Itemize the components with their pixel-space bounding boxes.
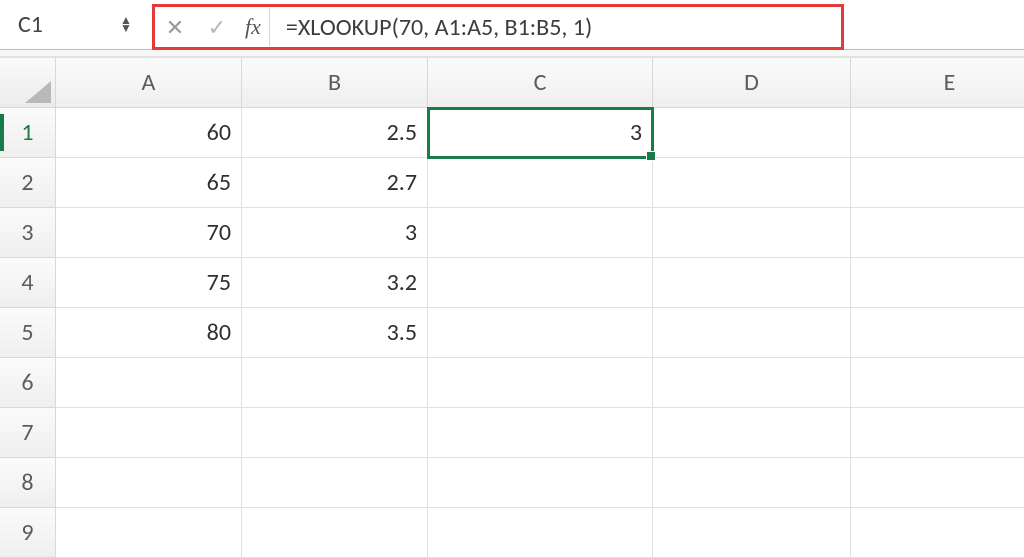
cell-d5[interactable] (653, 308, 851, 358)
cell-a8[interactable] (56, 458, 242, 508)
row-header-6[interactable]: 6 (0, 358, 56, 408)
cell-b4[interactable]: 3.2 (242, 258, 428, 308)
cell-c7[interactable] (428, 408, 653, 458)
cell-e2[interactable] (851, 158, 1024, 208)
row-header-8[interactable]: 8 (0, 458, 56, 508)
column-header-a[interactable]: A (56, 58, 242, 108)
row-header-4[interactable]: 4 (0, 258, 56, 308)
cell-b9[interactable] (242, 508, 428, 558)
cell-e7[interactable] (851, 408, 1024, 458)
cell-a2[interactable]: 65 (56, 158, 242, 208)
cell-a7[interactable] (56, 408, 242, 458)
fx-label[interactable]: fx (245, 8, 270, 46)
cell-c2[interactable] (428, 158, 653, 208)
cell-b5[interactable]: 3.5 (242, 308, 428, 358)
enter-icon[interactable]: ✓ (203, 14, 231, 41)
cell-e4[interactable] (851, 258, 1024, 308)
cell-d9[interactable] (653, 508, 851, 558)
cell-c9[interactable] (428, 508, 653, 558)
cell-b8[interactable] (242, 458, 428, 508)
select-all-corner[interactable] (0, 58, 56, 108)
row-header-3[interactable]: 3 (0, 208, 56, 258)
row-header-2[interactable]: 2 (0, 158, 56, 208)
cell-a5[interactable]: 80 (56, 308, 242, 358)
column-header-b[interactable]: B (242, 58, 428, 108)
cell-d7[interactable] (653, 408, 851, 458)
cell-a3[interactable]: 70 (56, 208, 242, 258)
cell-a9[interactable] (56, 508, 242, 558)
name-box-stepper[interactable]: ▲ ▼ (120, 17, 132, 33)
cell-b7[interactable] (242, 408, 428, 458)
cell-a1[interactable]: 60 (56, 108, 242, 158)
cell-e6[interactable] (851, 358, 1024, 408)
column-header-c[interactable]: C (428, 58, 653, 108)
cell-d2[interactable] (653, 158, 851, 208)
chevron-down-icon: ▼ (120, 25, 132, 33)
name-box[interactable] (18, 10, 114, 39)
row-header-1[interactable]: 1 (0, 108, 56, 158)
cell-c5[interactable] (428, 308, 653, 358)
row-header-7[interactable]: 7 (0, 408, 56, 458)
row-header-9[interactable]: 9 (0, 508, 56, 558)
divider-strip (0, 50, 1024, 58)
name-box-container: ▲ ▼ (0, 4, 148, 45)
column-header-d[interactable]: D (653, 58, 851, 108)
cell-a4[interactable]: 75 (56, 258, 242, 308)
cell-e9[interactable] (851, 508, 1024, 558)
formula-bar: ▲ ▼ ✕ ✓ fx (0, 0, 1024, 50)
cell-c4[interactable] (428, 258, 653, 308)
cell-d4[interactable] (653, 258, 851, 308)
cell-a6[interactable] (56, 358, 242, 408)
cell-e5[interactable] (851, 308, 1024, 358)
formula-bar-highlight: ✕ ✓ fx (152, 4, 844, 50)
cell-d6[interactable] (653, 358, 851, 408)
cell-c6[interactable] (428, 358, 653, 408)
cell-d3[interactable] (653, 208, 851, 258)
cell-b2[interactable]: 2.7 (242, 158, 428, 208)
cell-b6[interactable] (242, 358, 428, 408)
spreadsheet-grid[interactable]: ABCDE1602.532652.737034753.25803.56789 (0, 58, 1024, 558)
cell-c1[interactable]: 3 (428, 108, 653, 158)
cell-e3[interactable] (851, 208, 1024, 258)
row-header-5[interactable]: 5 (0, 308, 56, 358)
cell-c8[interactable] (428, 458, 653, 508)
cell-b1[interactable]: 2.5 (242, 108, 428, 158)
cell-e1[interactable] (851, 108, 1024, 158)
cell-c3[interactable] (428, 208, 653, 258)
cell-e8[interactable] (851, 458, 1024, 508)
cell-b3[interactable]: 3 (242, 208, 428, 258)
cell-d8[interactable] (653, 458, 851, 508)
column-header-e[interactable]: E (851, 58, 1024, 108)
cancel-icon[interactable]: ✕ (161, 14, 189, 41)
cell-d1[interactable] (653, 108, 851, 158)
formula-input[interactable] (284, 13, 841, 42)
